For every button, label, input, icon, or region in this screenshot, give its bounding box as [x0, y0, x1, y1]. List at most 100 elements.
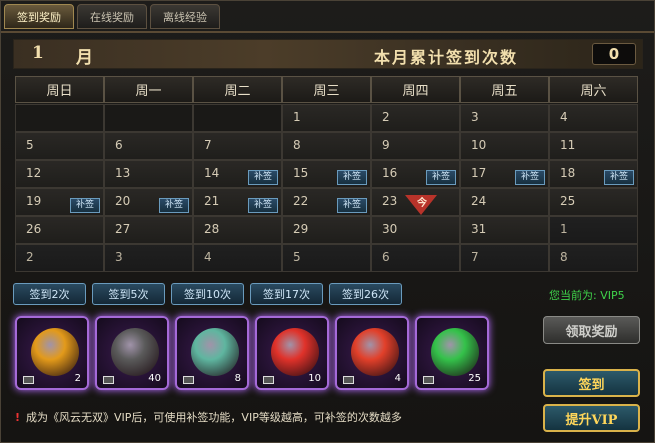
calendar-day-cell[interactable]: 3	[104, 244, 193, 272]
makeup-sign-button[interactable]: 补签	[426, 170, 456, 185]
bound-item-icon	[183, 376, 194, 384]
calendar-day-cell[interactable]: 30	[371, 216, 460, 244]
day-number: 27	[115, 222, 131, 236]
calendar-week-row: 12 13 14 补签 15 补签 16 补签 17 补签 18 补签	[15, 160, 639, 188]
calendar-day-cell[interactable]: 28	[193, 216, 282, 244]
makeup-sign-button[interactable]: 补签	[337, 170, 367, 185]
month-number: 1	[32, 43, 44, 63]
calendar-day-cell[interactable]: 10	[460, 132, 549, 160]
calendar-day-cell[interactable]: 4	[193, 244, 282, 272]
day-number: 7	[471, 250, 479, 264]
calendar-day-cell[interactable]: 5	[15, 132, 104, 160]
makeup-sign-button[interactable]: 补签	[337, 198, 367, 213]
makeup-sign-button[interactable]: 补签	[248, 170, 278, 185]
calendar-day-cell[interactable]: 8	[282, 132, 371, 160]
reward-slot[interactable]: 25	[413, 314, 493, 393]
reward-count: 10	[308, 373, 321, 384]
calendar-day-cell[interactable]: 1	[549, 216, 638, 244]
day-number: 30	[382, 222, 398, 236]
calendar-day-cell[interactable]: 22 补签	[282, 188, 371, 216]
calendar-day-cell[interactable]: 12	[15, 160, 104, 188]
reward-slot[interactable]: 4	[333, 314, 413, 393]
makeup-sign-button[interactable]: 补签	[70, 198, 100, 213]
milestone-button[interactable]: 签到2次	[13, 283, 86, 305]
calendar-day-cell[interactable]: 14 补签	[193, 160, 282, 188]
calendar-day-cell[interactable]: 4	[549, 104, 638, 132]
makeup-sign-button[interactable]: 补签	[159, 198, 189, 213]
day-number: 11	[560, 138, 576, 152]
calendar-day-cell[interactable]: 8	[549, 244, 638, 272]
reward-slot[interactable]: 2	[13, 314, 93, 393]
dark-armor-icon	[111, 328, 159, 376]
reward-frame: 25	[415, 316, 489, 390]
calendar-day-cell[interactable]: 19 补签	[15, 188, 104, 216]
calendar-day-cell[interactable]: 9	[371, 132, 460, 160]
today-label: 今	[417, 198, 427, 209]
calendar-day-cell[interactable]: 3	[460, 104, 549, 132]
calendar-day-cell[interactable]: 27	[104, 216, 193, 244]
day-number: 4	[560, 110, 568, 124]
reward-slot[interactable]: 8	[173, 314, 253, 393]
day-number: 10	[471, 138, 487, 152]
tab-offline-exp[interactable]: 离线经验	[150, 4, 220, 29]
makeup-sign-button[interactable]: 补签	[248, 198, 278, 213]
calendar-day-cell[interactable]: 2	[371, 104, 460, 132]
calendar-day-cell[interactable]: 25	[549, 188, 638, 216]
calendar-day-cell[interactable]: 7	[193, 132, 282, 160]
milestone-buttons: 签到2次 签到5次 签到10次 签到17次 签到26次	[13, 283, 402, 305]
orange-orb-icon	[31, 328, 79, 376]
calendar-day-cell[interactable]: 29	[282, 216, 371, 244]
reward-count: 4	[394, 373, 401, 384]
green-orb-icon	[431, 328, 479, 376]
makeup-sign-button[interactable]: 补签	[515, 170, 545, 185]
reward-count: 40	[148, 373, 161, 384]
reward-frame: 10	[255, 316, 329, 390]
calendar-day-cell[interactable]: 20 补签	[104, 188, 193, 216]
milestone-button[interactable]: 签到26次	[329, 283, 402, 305]
calendar-day-cell	[15, 104, 104, 132]
calendar-day-cell[interactable]: 2	[15, 244, 104, 272]
calendar-day-cell[interactable]: 18 补签	[549, 160, 638, 188]
calendar-day-cell[interactable]: 24	[460, 188, 549, 216]
reward-slot[interactable]: 40	[93, 314, 173, 393]
calendar-day-cell[interactable]: 17 补签	[460, 160, 549, 188]
makeup-sign-button[interactable]: 补签	[604, 170, 634, 185]
calendar-day-cell	[104, 104, 193, 132]
weekday-header-row: 周日 周一 周二 周三 周四 周五 周六	[15, 76, 639, 104]
calendar-week-row: 26 27 28 29 30 31 1	[15, 216, 639, 244]
day-number: 25	[560, 194, 576, 208]
tab-sign-in-rewards[interactable]: 签到奖励	[4, 4, 74, 29]
claim-rewards-button[interactable]: 领取奖励	[543, 316, 640, 344]
bound-item-icon	[343, 376, 354, 384]
milestone-button[interactable]: 签到5次	[92, 283, 165, 305]
calendar-day-cell[interactable]: 11	[549, 132, 638, 160]
sign-in-button[interactable]: 签到	[543, 369, 640, 397]
calendar-day-cell[interactable]: 6	[104, 132, 193, 160]
calendar-day-cell[interactable]: 1	[282, 104, 371, 132]
milestone-button[interactable]: 签到10次	[171, 283, 244, 305]
milestone-button[interactable]: 签到17次	[250, 283, 323, 305]
calendar-day-cell[interactable]: 31	[460, 216, 549, 244]
day-number: 9	[382, 138, 390, 152]
calendar-day-cell[interactable]: 23 今	[371, 188, 460, 216]
calendar-day-cell[interactable]: 15 补签	[282, 160, 371, 188]
calendar-day-cell[interactable]: 21 补签	[193, 188, 282, 216]
bound-item-icon	[423, 376, 434, 384]
calendar-day-cell[interactable]: 16 补签	[371, 160, 460, 188]
tab-online-rewards[interactable]: 在线奖励	[77, 4, 147, 29]
fire-orb-icon	[351, 328, 399, 376]
reward-count: 8	[234, 373, 241, 384]
sign-in-panel: 签到奖励 在线奖励 离线经验 1 月 本月累计签到次数 0 周日 周一 周二 周三 周四…	[0, 0, 655, 443]
calendar-day-cell	[193, 104, 282, 132]
upgrade-vip-button[interactable]: 提升VIP	[543, 404, 640, 432]
calendar-weeks: 1 2 3 4 5 6 7 8 9 10 11 12 13 14 补签 15 补签 16 补签 17 补签 18 补签 19 补…	[15, 104, 639, 272]
reward-slot[interactable]: 10	[253, 314, 333, 393]
day-number: 23	[382, 194, 398, 208]
reward-slots: 2 40 8 10 4 25	[13, 314, 493, 393]
calendar-day-cell[interactable]: 5	[282, 244, 371, 272]
calendar-day-cell[interactable]: 7	[460, 244, 549, 272]
day-number: 18	[560, 166, 576, 180]
calendar-day-cell[interactable]: 26	[15, 216, 104, 244]
calendar-day-cell[interactable]: 6	[371, 244, 460, 272]
calendar-day-cell[interactable]: 13	[104, 160, 193, 188]
